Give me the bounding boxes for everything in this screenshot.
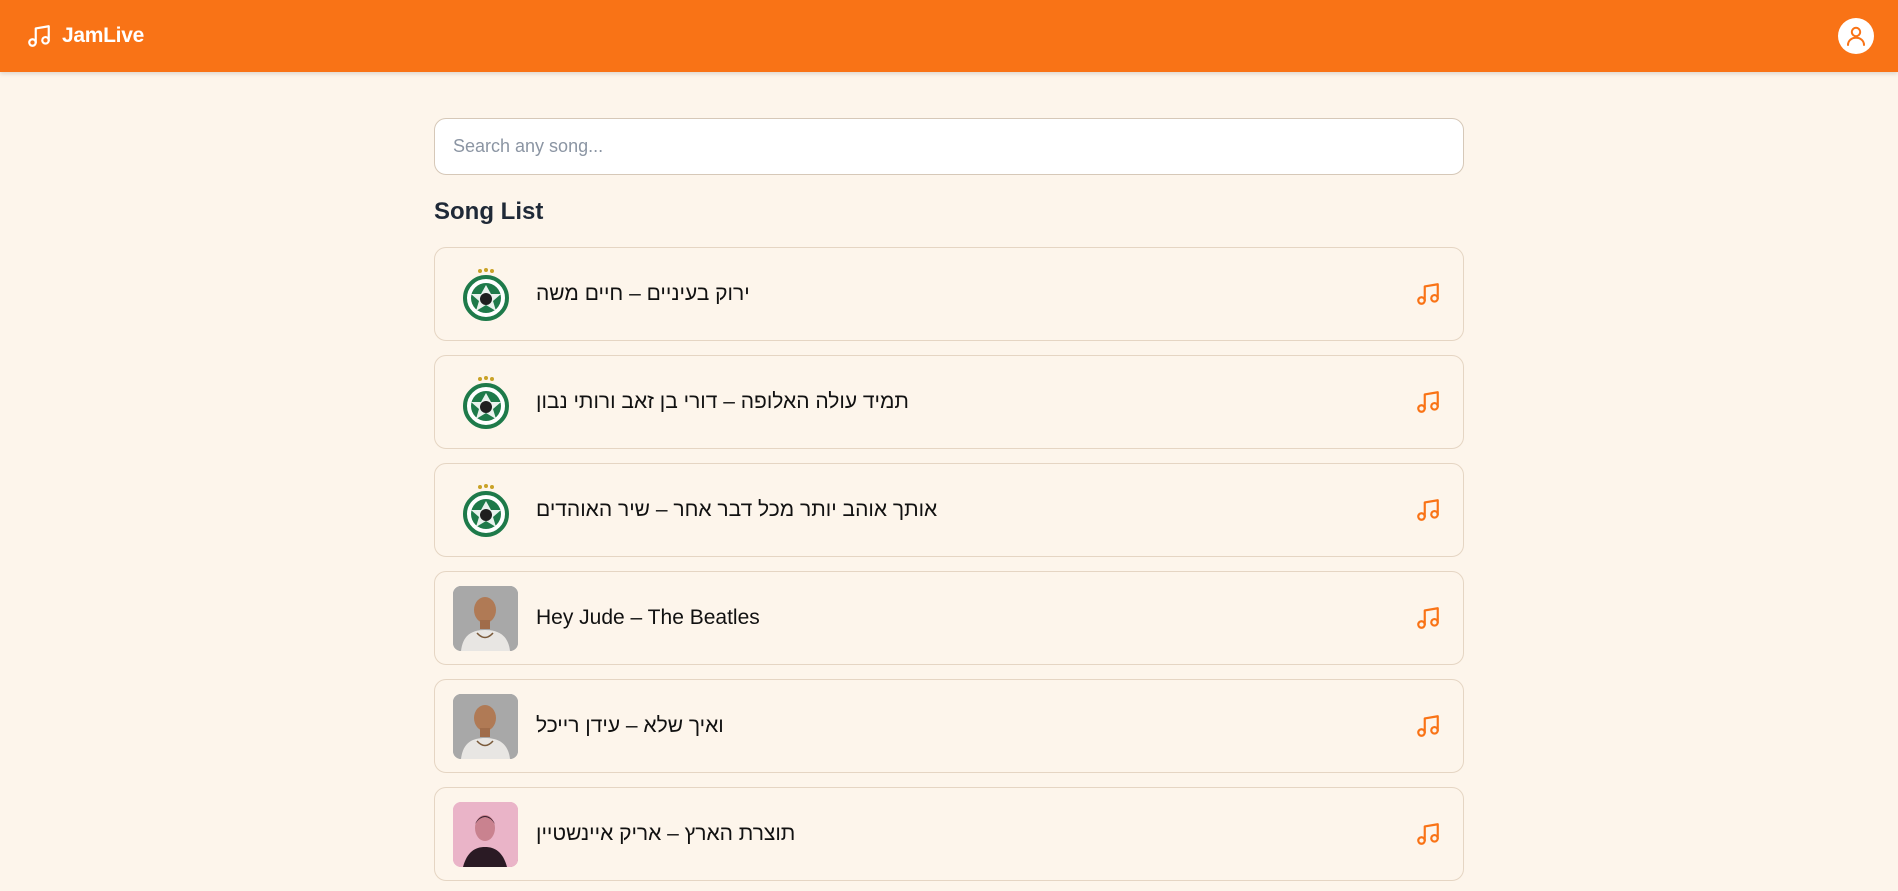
music-note-icon[interactable] bbox=[1415, 389, 1441, 415]
song-list: ירוק בעיניים – חיים משה תמיד עולה האלופה… bbox=[434, 247, 1464, 881]
music-note-icon bbox=[26, 23, 52, 49]
music-note-icon[interactable] bbox=[1415, 281, 1441, 307]
song-title: ירוק בעיניים – חיים משה bbox=[536, 282, 750, 305]
artist-photo-thumbnail bbox=[453, 693, 518, 759]
music-note-icon[interactable] bbox=[1415, 821, 1441, 847]
brand[interactable]: JamLive bbox=[26, 23, 144, 49]
app-name: JamLive bbox=[62, 24, 144, 47]
song-item[interactable]: אותך אוהב יותר מכל דבר אחר – שיר האוהדים bbox=[434, 463, 1464, 557]
search-input[interactable] bbox=[434, 118, 1464, 175]
artist-photo-thumbnail bbox=[453, 585, 518, 651]
user-icon bbox=[1844, 24, 1868, 48]
music-note-icon[interactable] bbox=[1415, 497, 1441, 523]
song-item[interactable]: תוצרת הארץ – אריק איינשטיין bbox=[434, 787, 1464, 881]
music-note-icon[interactable] bbox=[1415, 713, 1441, 739]
song-item[interactable]: תמיד עולה האלופה – דורי בן זאב ורותי נבו… bbox=[434, 355, 1464, 449]
club-logo-thumbnail bbox=[453, 370, 518, 435]
club-logo-thumbnail bbox=[453, 262, 518, 327]
song-item[interactable]: ואיך שלא – עידן רייכל bbox=[434, 679, 1464, 773]
artist-photo-thumbnail bbox=[453, 801, 518, 867]
song-title: אותך אוהב יותר מכל דבר אחר – שיר האוהדים bbox=[536, 498, 938, 521]
music-note-icon[interactable] bbox=[1415, 605, 1441, 631]
top-bar: JamLive bbox=[0, 0, 1898, 72]
song-list-title: Song List bbox=[434, 198, 544, 225]
main-content: Song List ירוק בעיניים – חיים משה bbox=[434, 118, 1464, 881]
user-profile-button[interactable] bbox=[1838, 18, 1874, 54]
song-item[interactable]: Hey Jude – The Beatles bbox=[434, 571, 1464, 665]
song-title: תוצרת הארץ – אריק איינשטיין bbox=[536, 822, 796, 845]
song-title: Hey Jude – The Beatles bbox=[536, 606, 760, 629]
song-title: תמיד עולה האלופה – דורי בן זאב ורותי נבו… bbox=[536, 390, 909, 413]
song-item[interactable]: ירוק בעיניים – חיים משה bbox=[434, 247, 1464, 341]
song-title: ואיך שלא – עידן רייכל bbox=[536, 714, 724, 737]
club-logo-thumbnail bbox=[453, 478, 518, 543]
